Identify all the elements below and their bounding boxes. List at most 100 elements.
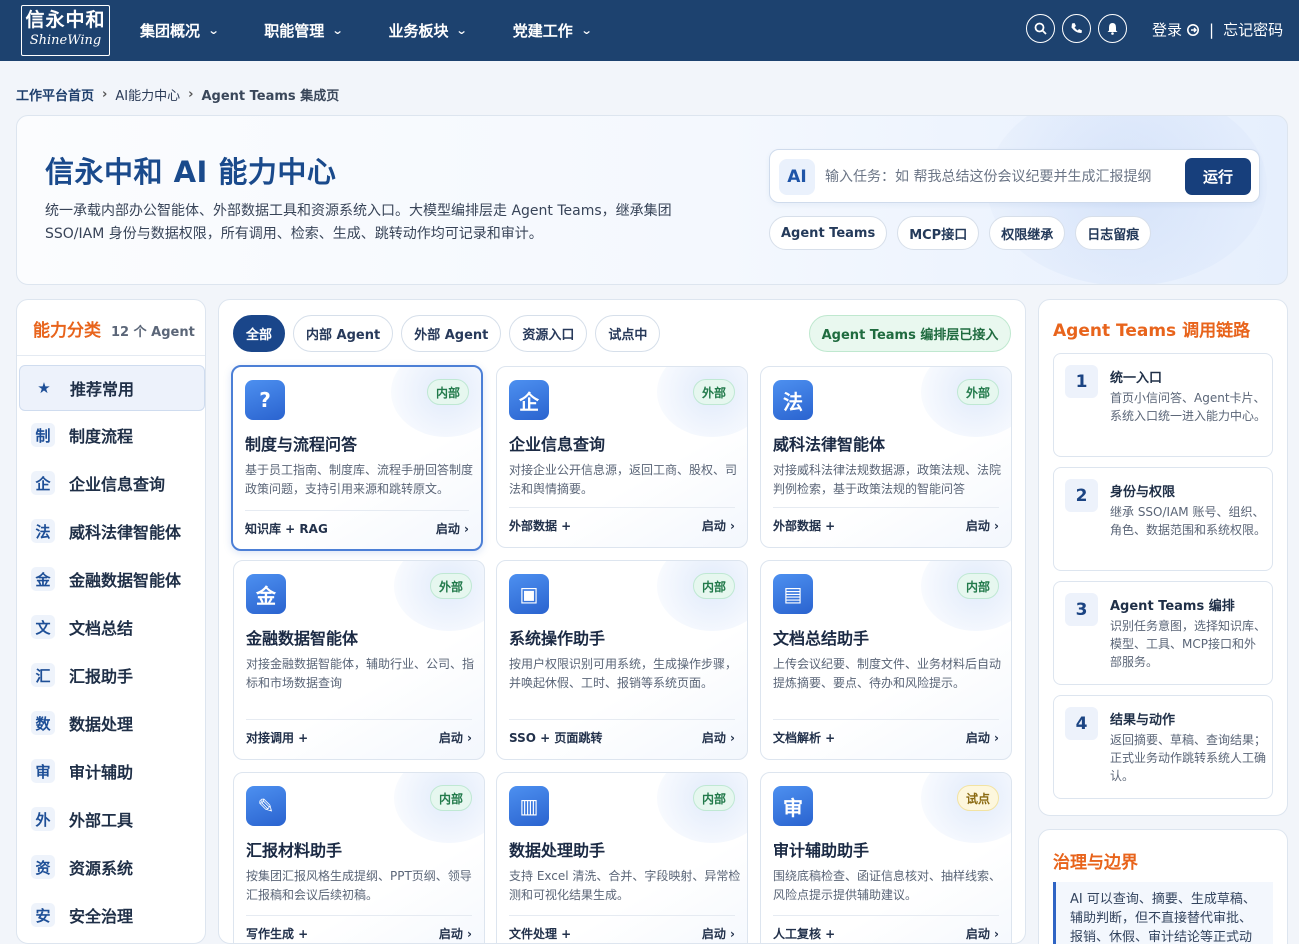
step-number: 3	[1065, 593, 1098, 626]
sidebar-item-label: 汇报助手	[69, 667, 134, 686]
launch-link[interactable]: 启动 ›	[702, 517, 735, 534]
separator: |	[1209, 20, 1215, 39]
chevron-down-icon: ⌄	[331, 24, 344, 37]
card-title: 系统操作助手	[509, 629, 606, 648]
audit-icon: 审	[773, 786, 813, 826]
filter-all[interactable]: 全部	[233, 315, 286, 352]
step-number: 1	[1065, 365, 1098, 398]
sidebar-item-company-info[interactable]: 企企业信息查询	[19, 460, 205, 506]
tag-permission[interactable]: 权限继承	[989, 216, 1066, 250]
nav-item-party-building[interactable]: 党建工作 ⌄	[513, 0, 593, 61]
pen-icon: ✎	[246, 786, 286, 826]
card-badge: 内部	[956, 573, 999, 599]
sidebar-item-security[interactable]: 安安全治理	[19, 892, 205, 938]
finance-icon: 金	[246, 574, 286, 614]
card-title: 文档总结助手	[773, 629, 870, 648]
login-link[interactable]: 登录	[1152, 19, 1182, 40]
sidebar-item-finance[interactable]: 金金融数据智能体	[19, 556, 205, 602]
step-number: 2	[1065, 479, 1098, 512]
card-tech: SSO + 页面跳转	[509, 731, 603, 745]
agent-card-report[interactable]: ✎ 内部 汇报材料助手 按集团汇报风格生成提纲、PPT页纲、领导汇报稿和会议后续…	[233, 772, 485, 943]
card-badge: 内部	[429, 785, 472, 811]
run-button[interactable]: 运行	[1185, 158, 1251, 195]
card-title: 制度与流程问答	[245, 435, 358, 454]
hero-panel: 信永中和 AI 能力中心 统一承载内部办公智能体、外部数据工具和资源系统入口。大…	[16, 115, 1288, 285]
launch-link[interactable]: 启动 ›	[966, 517, 999, 534]
filter-resources[interactable]: 资源入口	[509, 315, 588, 352]
card-badge: 内部	[426, 379, 469, 405]
agent-card-policy-qa[interactable]: ? 内部 制度与流程问答 基于员工指南、制度库、流程手册回答制度政策问题，支持引…	[231, 365, 483, 551]
nav-item-function-management[interactable]: 职能管理 ⌄	[264, 0, 344, 61]
launch-link[interactable]: 启动 ›	[702, 925, 735, 942]
page-title: 信永中和 AI 能力中心	[45, 155, 337, 189]
forgot-password-link[interactable]: 忘记密码	[1223, 19, 1283, 40]
tag-agent-teams[interactable]: Agent Teams	[769, 216, 888, 250]
filter-pilot[interactable]: 试点中	[595, 315, 661, 352]
task-input-box: AI 运行	[769, 149, 1260, 203]
sidebar-item-report[interactable]: 汇汇报助手	[19, 652, 205, 698]
logo-en-text: ShineWing	[29, 33, 102, 48]
sidebar-item-legal[interactable]: 法威科法律智能体	[19, 508, 205, 554]
agent-count: 12 个 Agent	[111, 325, 195, 340]
launch-link[interactable]: 启动 ›	[702, 729, 735, 746]
tag-logging[interactable]: 日志留痕	[1075, 216, 1152, 250]
legal-icon: 法	[31, 519, 55, 543]
card-badge: 内部	[692, 785, 735, 811]
breadcrumb-home[interactable]: 工作平台首页	[16, 85, 94, 104]
sidebar-item-policy[interactable]: 制制度流程	[19, 412, 205, 458]
agent-grid-panel: 全部 内部 Agent 外部 Agent 资源入口 试点中 Agent Team…	[218, 299, 1026, 944]
card-badge: 外部	[692, 379, 735, 405]
sidebar-item-label: 外部工具	[69, 811, 134, 830]
sidebar-item-external-tools[interactable]: 外外部工具	[19, 796, 205, 842]
shinewing-logo[interactable]: 信永中和 ShineWing	[21, 5, 110, 56]
sidebar-item-label: 制度流程	[69, 427, 134, 446]
bell-icon[interactable]	[1098, 14, 1127, 43]
nav-label: 职能管理	[264, 22, 325, 40]
agent-card-company-info[interactable]: 企 外部 企业信息查询 对接企业公开信息源，返回工商、股权、司法和舆情摘要。 外…	[496, 366, 748, 548]
phone-icon[interactable]	[1062, 14, 1091, 43]
nav-item-business-segments[interactable]: 业务板块 ⌄	[388, 0, 468, 61]
chevron-down-icon: ⌄	[207, 24, 220, 37]
sidebar-item-label: 推荐常用	[70, 380, 135, 399]
breadcrumb-ai-center[interactable]: AI能力中心	[115, 85, 180, 104]
sidebar-item-resources[interactable]: 资资源系统	[19, 844, 205, 890]
sidebar-item-recommended[interactable]: ★ 推荐常用	[19, 365, 205, 411]
card-description: 对接威科法律法规数据源，政策法规、法院判例检索，基于政策法规的智能问答	[773, 463, 1002, 496]
launch-link[interactable]: 启动 ›	[436, 520, 469, 537]
agent-card-data[interactable]: ▥ 内部 数据处理助手 支持 Excel 清洗、合并、字段映射、异常检测和可视化…	[496, 772, 748, 943]
sidebar-item-doc-summary[interactable]: 文文档总结	[19, 604, 205, 650]
card-description: 对接企业公开信息源，返回工商、股权、司法和舆情摘要。	[509, 463, 738, 496]
nav-item-group-overview[interactable]: 集团概况 ⌄	[140, 0, 220, 61]
chain-step: 3 Agent Teams 编排 识别任务意图，选择知识库、模型、工具、MCP接…	[1053, 581, 1273, 685]
agent-card-doc-summary[interactable]: ▤ 内部 文档总结助手 上传会议纪要、制度文件、业务材料后自动提炼摘要、要点、待…	[760, 560, 1012, 760]
sidebar-item-audit[interactable]: 审审计辅助	[19, 748, 205, 794]
agent-card-legal[interactable]: 法 外部 威科法律智能体 对接威科法律法规数据源，政策法规、法院判例检索，基于政…	[760, 366, 1012, 548]
card-footer: 知识库 + RAG 启动 ›	[245, 510, 469, 546]
card-tech: 文档解析 +	[773, 731, 836, 745]
top-nav-bar: 信永中和 ShineWing 集团概况 ⌄ 职能管理 ⌄ 业务板块 ⌄ 党建工作 ⌄ 登…	[0, 0, 1299, 61]
step-description: 继承 SSO/IAM 账号、组织、角色、数据范围和系统权限。	[1110, 505, 1267, 537]
step-description: 返回摘要、草稿、查询结果；正式业务动作跳转系统人工确认。	[1110, 733, 1267, 783]
agent-card-audit[interactable]: 审 试点 审计辅助助手 围绕底稿检查、函证信息核对、抽样线索、风险点提示提供辅助…	[760, 772, 1012, 943]
agent-card-system-ops[interactable]: ▣ 内部 系统操作助手 按用户权限识别可用系统，生成操作步骤，并唤起休假、工时、…	[496, 560, 748, 760]
launch-link[interactable]: 启动 ›	[439, 729, 472, 746]
filter-internal[interactable]: 内部 Agent	[293, 315, 394, 352]
launch-link[interactable]: 启动 ›	[439, 925, 472, 942]
card-description: 支持 Excel 清洗、合并、字段映射、异常检测和可视化结果生成。	[509, 869, 741, 902]
card-description: 按集团汇报风格生成提纲、PPT页纲、领导汇报稿和会议后续初稿。	[246, 869, 472, 902]
agent-card-finance[interactable]: 金 外部 金融数据智能体 对接金融数据智能体，辅助行业、公司、指标和市场数据查询…	[233, 560, 485, 760]
card-footer: SSO + 页面跳转 启动 ›	[509, 719, 735, 755]
card-footer: 外部数据 + 启动 ›	[509, 507, 735, 543]
filter-external[interactable]: 外部 Agent	[401, 315, 502, 352]
launch-link[interactable]: 启动 ›	[966, 729, 999, 746]
launch-link[interactable]: 启动 ›	[966, 925, 999, 942]
breadcrumb-current: Agent Teams 集成页	[201, 89, 340, 104]
card-description: 对接金融数据智能体，辅助行业、公司、指标和市场数据查询	[246, 657, 475, 690]
card-badge: 内部	[692, 573, 735, 599]
card-footer: 对接调用 + 启动 ›	[246, 719, 472, 755]
task-input[interactable]	[825, 165, 1177, 189]
card-footer: 文档解析 + 启动 ›	[773, 719, 999, 755]
search-icon[interactable]	[1026, 14, 1055, 43]
sidebar-item-data[interactable]: 数数据处理	[19, 700, 205, 746]
tag-mcp[interactable]: MCP接口	[897, 216, 980, 250]
